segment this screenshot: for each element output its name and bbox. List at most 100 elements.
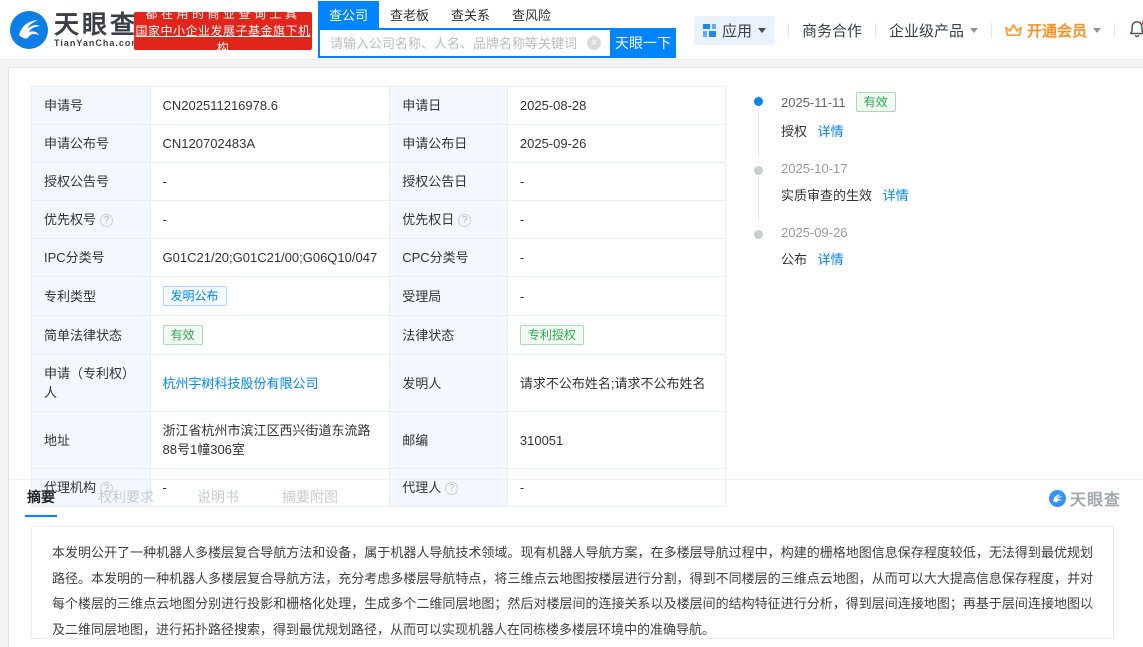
field-value: 发明公布	[150, 277, 390, 316]
field-label: 授权公告号	[32, 163, 151, 201]
chevron-down-icon	[758, 28, 766, 33]
field-label: 优先权号?	[32, 201, 151, 239]
vip-label: 开通会员	[1027, 20, 1087, 41]
field-label: 申请（专利权）人	[32, 355, 151, 412]
search-tab-relation[interactable]: 查关系	[440, 1, 501, 28]
tianyancha-logo[interactable]: 天眼查 TianYanCha.com	[10, 11, 140, 49]
timeline-event-row: 实质审查的生效 详情	[781, 185, 1134, 204]
timeline-detail-link[interactable]: 详情	[818, 124, 844, 139]
table-row: IPC分类号 G01C21/20;G01C21/00;G06Q10/047 CP…	[32, 239, 726, 277]
help-icon[interactable]: ?	[458, 214, 471, 227]
tianyancha-logo-icon	[10, 11, 48, 49]
table-row: 专利类型 发明公布 受理局 -	[32, 277, 726, 316]
search-input[interactable]	[318, 28, 610, 58]
document-tabs: 摘要 权利要求 说明书 摘要附图	[25, 487, 379, 517]
field-label: 邮编	[390, 412, 508, 469]
field-label: 授权公告日	[390, 163, 508, 201]
field-value: -	[507, 277, 725, 316]
tab-abstract[interactable]: 摘要	[25, 487, 57, 517]
timeline-entry: 2025-09-26 公布 详情	[754, 225, 1134, 289]
field-label-text: 代理人	[402, 480, 441, 495]
field-label: 优先权日?	[390, 201, 508, 239]
timeline-status-tag: 有效	[856, 92, 896, 112]
timeline-event: 授权	[781, 124, 807, 139]
table-row: 授权公告号 - 授权公告日 -	[32, 163, 726, 201]
tab-description[interactable]: 说明书	[195, 487, 241, 517]
search-tab-company[interactable]: 查公司	[318, 1, 379, 28]
timeline-event-row: 公布 详情	[781, 249, 1134, 268]
field-value: 2025-09-26	[507, 125, 725, 163]
enterprise-label: 企业级产品	[889, 20, 964, 41]
field-label: 专利类型	[32, 277, 151, 316]
nav-business-coop[interactable]: 商务合作	[802, 20, 862, 41]
notifications-bell[interactable]	[1128, 20, 1143, 40]
timeline-detail-link[interactable]: 详情	[818, 252, 844, 267]
field-value: CN120702483A	[150, 125, 390, 163]
timeline-event-row: 授权 详情	[781, 121, 1134, 140]
search-tab-boss[interactable]: 查老板	[379, 1, 440, 28]
field-label: 申请公布日	[390, 125, 508, 163]
search-box: × 天眼一下	[318, 28, 676, 58]
clear-icon[interactable]: ×	[587, 36, 601, 50]
field-value: -	[507, 163, 725, 201]
timeline-dot-icon	[754, 166, 763, 175]
field-value: -	[507, 239, 725, 277]
legal-status-tag: 专利授权	[520, 325, 584, 345]
timeline-event: 实质审查的生效	[781, 188, 872, 203]
timeline-date: 2025-11-11	[781, 95, 846, 110]
tianyancha-watermark: 天眼查	[1049, 486, 1121, 510]
applicant-company-link[interactable]: 杭州宇树科技股份有限公司	[163, 376, 319, 391]
field-value: 浙江省杭州市滨江区西兴街道东流路88号1幢306室	[150, 412, 390, 469]
field-label-text: 优先权日	[402, 212, 454, 227]
search-button[interactable]: 天眼一下	[610, 28, 676, 58]
watermark-text: 天眼查	[1070, 486, 1121, 510]
field-value: 有效	[150, 316, 390, 355]
table-row: 简单法律状态 有效 法律状态 专利授权	[32, 316, 726, 355]
field-label: CPC分类号	[390, 239, 508, 277]
nav-enterprise-product[interactable]: 企业级产品	[889, 20, 978, 41]
crown-icon	[1005, 23, 1022, 38]
timeline-entry: 2025-11-11 有效 授权 详情	[754, 92, 1134, 161]
tianyancha-watermark-icon	[1049, 490, 1066, 507]
timeline-date: 2025-09-26	[781, 225, 848, 240]
table-row: 申请公布号 CN120702483A 申请公布日 2025-09-26	[32, 125, 726, 163]
table-row: 地址 浙江省杭州市滨江区西兴街道东流路88号1幢306室 邮编 310051	[32, 412, 726, 469]
timeline-event: 公布	[781, 252, 807, 267]
tab-claims[interactable]: 权利要求	[96, 487, 156, 517]
help-icon[interactable]: ?	[100, 214, 113, 227]
field-label: 代理人?	[390, 469, 508, 507]
field-label-text: 优先权号	[44, 212, 96, 227]
chevron-down-icon	[970, 28, 978, 33]
timeline-detail-link[interactable]: 详情	[883, 188, 909, 203]
apps-menu[interactable]: 应用	[694, 16, 775, 45]
abstract-box: 本发明公开了一种机器人多楼层复合导航方法和设备，属于机器人导航技术领域。现有机器…	[31, 526, 1114, 639]
chevron-down-icon	[1093, 28, 1101, 33]
timeline-date: 2025-10-17	[781, 161, 848, 176]
help-icon[interactable]: ?	[445, 482, 458, 495]
promo-banner: 都在用的商业查询工具 国家中小企业发展子基金旗下机构	[134, 12, 312, 50]
logo-title: 天眼查	[54, 12, 140, 38]
nav-vip-upgrade[interactable]: 开通会员	[1005, 20, 1101, 41]
field-value: 专利授权	[507, 316, 725, 355]
field-label: 申请号	[32, 87, 151, 125]
timeline-date-row: 2025-10-17	[781, 161, 1134, 176]
tab-abstract-figure[interactable]: 摘要附图	[280, 487, 340, 517]
field-value: -	[507, 201, 725, 239]
field-value: 请求不公布姓名;请求不公布姓名	[507, 355, 725, 412]
header-nav: 应用 商务合作 企业级产品 开通会员 超级风...	[694, 16, 1143, 44]
field-value: -	[150, 163, 390, 201]
timeline-entry: 2025-10-17 实质审查的生效 详情	[754, 161, 1134, 225]
field-value: CN202511216978.6	[150, 87, 390, 125]
section-divider	[9, 479, 1143, 480]
table-row: 申请（专利权）人 杭州宇树科技股份有限公司 发明人 请求不公布姓名;请求不公布姓…	[32, 355, 726, 412]
search-tab-risk[interactable]: 查风险	[501, 1, 562, 28]
field-label: IPC分类号	[32, 239, 151, 277]
timeline-dot-icon	[754, 97, 763, 106]
timeline-date-row: 2025-09-26	[781, 225, 1134, 240]
field-value: -	[150, 201, 390, 239]
promo-line1: 都在用的商业查询工具	[134, 6, 312, 23]
field-value: 310051	[507, 412, 725, 469]
nav-divider	[991, 23, 992, 38]
patent-type-tag: 发明公布	[163, 286, 227, 306]
field-value: 杭州宇树科技股份有限公司	[150, 355, 390, 412]
